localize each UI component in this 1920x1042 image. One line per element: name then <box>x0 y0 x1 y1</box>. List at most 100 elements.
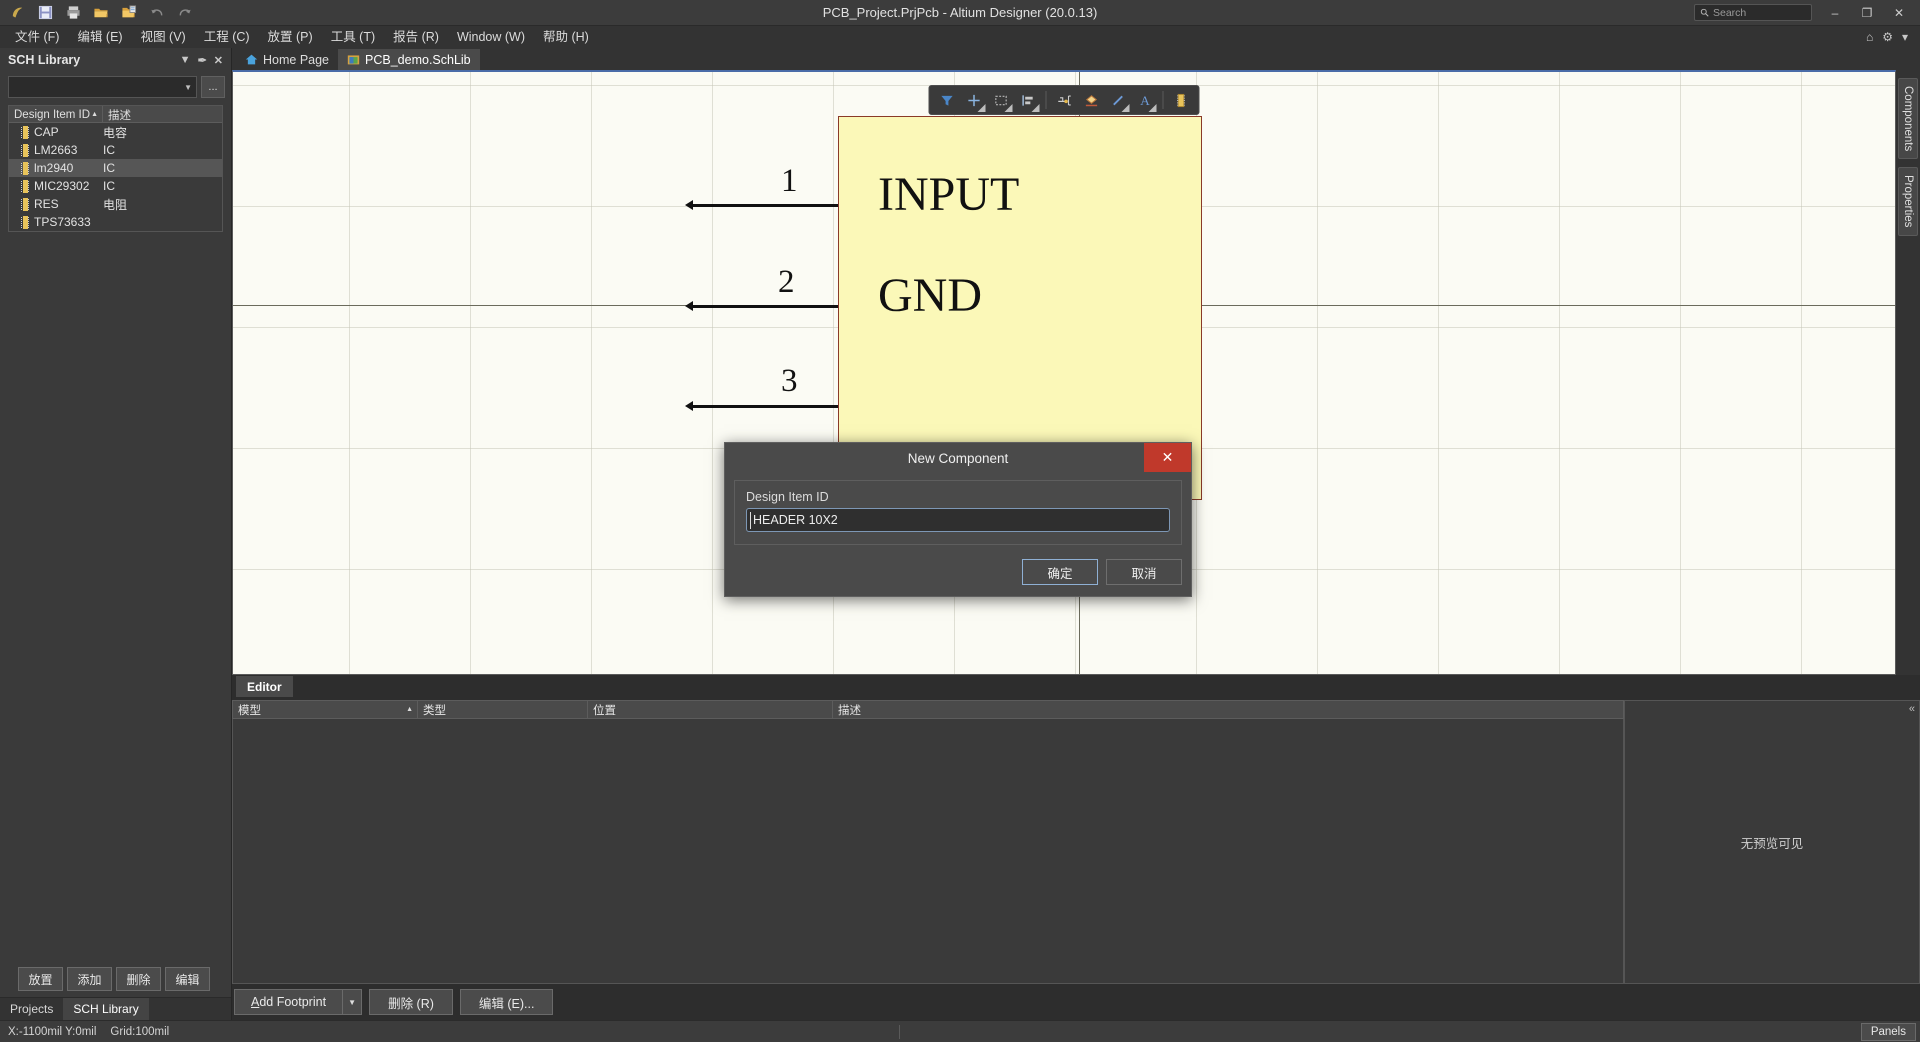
menu-bar: 文件 (F) 编辑 (E) 视图 (V) 工程 (C) 放置 (P) 工具 (T… <box>0 26 1920 48</box>
menu-tools[interactable]: 工具 (T) <box>322 27 384 48</box>
gear-icon[interactable]: ⚙ <box>1882 30 1893 44</box>
delete-model-button[interactable]: 删除 (R) <box>369 989 453 1015</box>
menu-help[interactable]: 帮助 (H) <box>534 27 598 48</box>
list-item[interactable]: TPS73633 <box>9 213 222 231</box>
right-dock: Components Properties <box>1896 70 1920 675</box>
home-icon[interactable]: ⌂ <box>1866 30 1873 44</box>
dialog-title: New Component <box>907 450 1009 466</box>
dock-tab-components[interactable]: Components <box>1898 78 1918 160</box>
column-desc[interactable]: 描述 <box>833 701 1623 718</box>
menu-window[interactable]: Window (W) <box>448 27 534 48</box>
add-button[interactable]: 添加 <box>67 967 112 991</box>
list-item-id: lm2940 <box>34 161 74 175</box>
place-line-icon[interactable] <box>1106 88 1131 113</box>
sch-label-gnd: GND <box>878 269 982 322</box>
component-list-table: Design Item ID ▲ 描述 CAP 电容 LM2663 IC lm2940 I… <box>8 105 223 232</box>
tab-sch-library[interactable]: SCH Library <box>63 998 149 1020</box>
doc-tab-schlib-label: PCB_demo.SchLib <box>365 52 471 67</box>
redo-icon <box>173 2 197 24</box>
model-table-header: 模型 ▲ 类型 位置 描述 <box>232 700 1624 719</box>
window-title: PCB_Project.PrjPcb - Altium Designer (20… <box>822 5 1098 20</box>
panel-dropdown-icon[interactable]: ▼ <box>180 54 191 66</box>
collapse-preview-icon[interactable]: « <box>1909 703 1915 715</box>
edit-button[interactable]: 编辑 <box>165 967 210 991</box>
place-part-icon[interactable] <box>962 88 987 113</box>
menu-file[interactable]: 文件 (F) <box>6 27 68 48</box>
dock-tab-properties[interactable]: Properties <box>1898 167 1918 236</box>
list-item[interactable]: MIC29302 IC <box>9 177 222 195</box>
print-icon[interactable] <box>61 2 85 24</box>
tab-projects[interactable]: Projects <box>0 998 63 1020</box>
list-item-id: RES <box>34 197 59 211</box>
library-browse-button[interactable]: ... <box>201 76 225 98</box>
titlebar-right-controls: Search – ❐ ✕ <box>1694 1 1920 25</box>
chevron-down-icon: ▼ <box>184 82 192 92</box>
place-polygon-icon[interactable] <box>1079 88 1104 113</box>
menu-reports[interactable]: 报告 (R) <box>384 27 448 48</box>
list-item-desc: 电容 <box>103 125 128 140</box>
minimize-button[interactable]: – <box>1820 1 1850 25</box>
panel-close-icon[interactable]: ✕ <box>214 54 223 67</box>
library-filter-combo[interactable]: ▼ <box>8 76 197 98</box>
sch-pin-3-line <box>693 405 838 408</box>
column-location[interactable]: 位置 <box>588 701 833 718</box>
panel-pin-icon[interactable]: ✒ <box>198 54 207 67</box>
dialog-close-button[interactable]: ✕ <box>1144 443 1191 472</box>
column-type[interactable]: 类型 <box>418 701 588 718</box>
model-area: 模型 ▲ 类型 位置 描述 « 无预览可见 <box>232 697 1920 984</box>
place-text-icon[interactable]: A <box>1133 88 1158 113</box>
model-table-body[interactable] <box>232 719 1624 984</box>
maximize-button[interactable]: ❐ <box>1852 1 1882 25</box>
model-panel: Editor 模型 ▲ 类型 位置 描述 « 无预览可见 A dd Footpr… <box>232 675 1920 1020</box>
user-account-icon[interactable]: ▾ <box>1902 30 1908 44</box>
add-footprint-dropdown[interactable]: ▼ <box>342 989 363 1015</box>
place-pin-icon[interactable] <box>1052 88 1077 113</box>
component-list-header: Design Item ID ▲ 描述 <box>9 106 222 123</box>
menu-place[interactable]: 放置 (P) <box>259 27 322 48</box>
list-item-id: MIC29302 <box>34 179 90 193</box>
list-item[interactable]: lm2940 IC <box>9 159 222 177</box>
list-item[interactable]: LM2663 IC <box>9 141 222 159</box>
rectangle-icon[interactable] <box>989 88 1014 113</box>
design-item-id-field[interactable]: HEADER 10X2 <box>746 508 1170 532</box>
list-item-desc: 电阻 <box>103 197 128 212</box>
delete-button[interactable]: 删除 <box>116 967 161 991</box>
status-coordinates: X:-1100mil Y:0mil <box>8 1025 97 1038</box>
new-component-dialog: New Component ✕ Design Item ID HEADER 10… <box>724 442 1192 597</box>
sch-pin-2-arrow <box>685 301 693 311</box>
open-folder-icon[interactable] <box>89 2 113 24</box>
column-description[interactable]: 描述 <box>103 106 222 122</box>
dialog-cancel-button[interactable]: 取消 <box>1106 559 1182 585</box>
place-component-icon[interactable] <box>1169 88 1194 113</box>
search-icon <box>1700 8 1709 17</box>
place-button[interactable]: 放置 <box>18 967 63 991</box>
filter-icon[interactable] <box>935 88 960 113</box>
menu-edit[interactable]: 编辑 (E) <box>68 27 131 48</box>
model-table: 模型 ▲ 类型 位置 描述 <box>232 700 1624 984</box>
list-item[interactable]: CAP 电容 <box>9 123 222 141</box>
component-list-body: CAP 电容 LM2663 IC lm2940 IC MIC29302 IC RES 电阻 TPS7… <box>9 123 222 231</box>
close-button[interactable]: ✕ <box>1884 1 1914 25</box>
panels-button[interactable]: Panels <box>1860 1022 1916 1041</box>
align-icon[interactable] <box>1016 88 1041 113</box>
save-icon[interactable] <box>33 2 57 24</box>
dialog-ok-button[interactable]: 确定 <box>1022 559 1098 585</box>
list-item[interactable]: RES 电阻 <box>9 195 222 213</box>
status-right: Panels <box>1860 1022 1920 1041</box>
list-item-id: LM2663 <box>34 143 78 157</box>
search-input[interactable]: Search <box>1694 4 1812 21</box>
altium-logo-icon[interactable] <box>5 2 29 24</box>
add-footprint-button[interactable]: Add Footprint <box>234 989 343 1015</box>
doc-tab-home-page[interactable]: Home Page <box>236 49 338 70</box>
dialog-body: Design Item ID HEADER 10X2 <box>725 473 1191 545</box>
tab-editor[interactable]: Editor <box>236 676 293 697</box>
doc-tab-schlib[interactable]: PCB_demo.SchLib <box>338 49 480 70</box>
open-project-icon[interactable] <box>117 2 141 24</box>
edit-model-button[interactable]: 编辑 (E)... <box>459 989 554 1015</box>
menu-view[interactable]: 视图 (V) <box>132 27 195 48</box>
column-model[interactable]: 模型 ▲ <box>233 701 418 718</box>
column-design-item-id[interactable]: Design Item ID ▲ <box>9 106 103 122</box>
menu-project[interactable]: 工程 (C) <box>195 27 259 48</box>
text-caret <box>750 512 751 529</box>
component-icon <box>21 197 29 211</box>
